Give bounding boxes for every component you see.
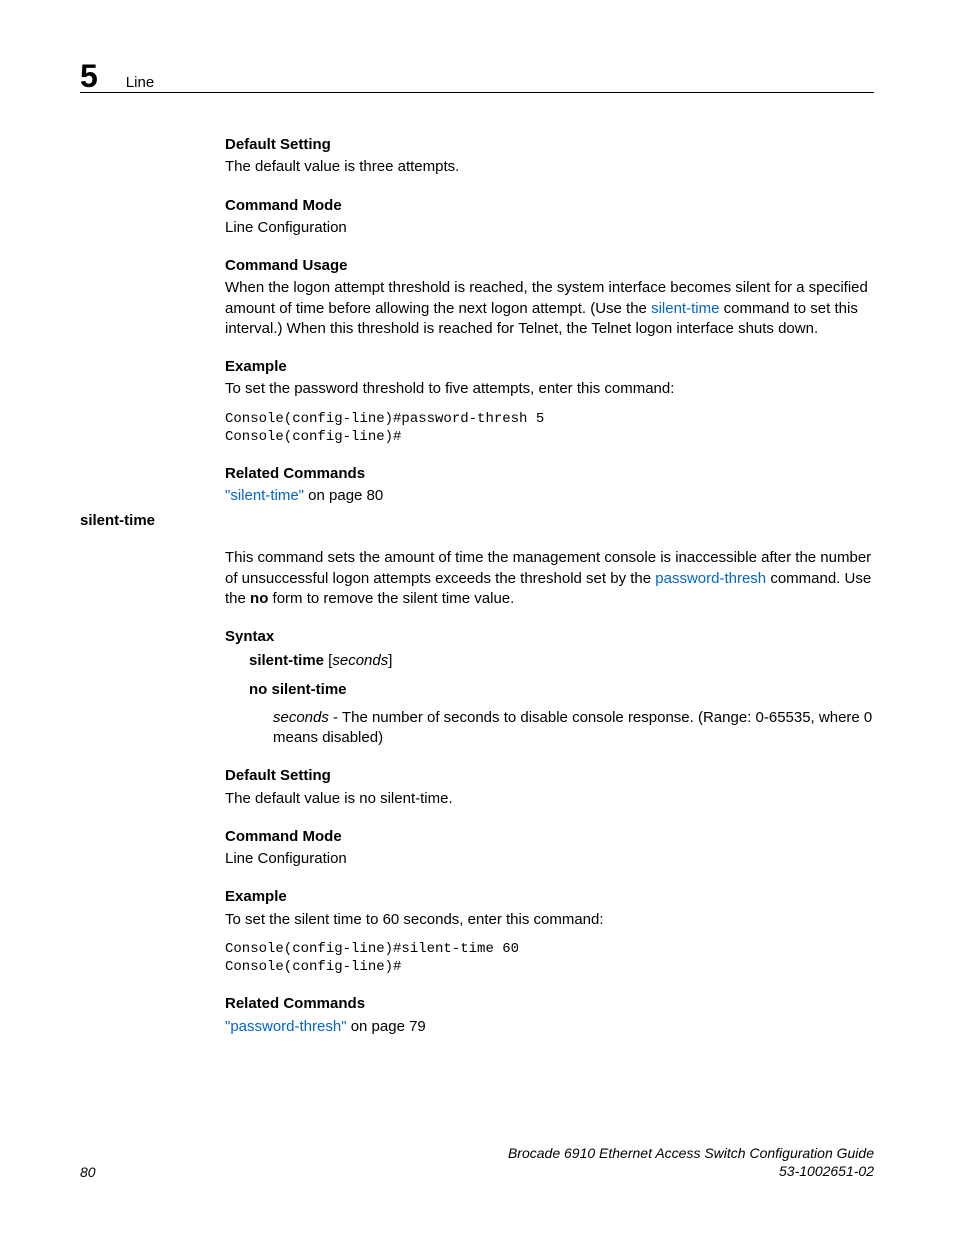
heading-syntax: Syntax (225, 627, 875, 647)
link-silent-time-ref[interactable]: "silent-time" (225, 487, 304, 504)
footer-right: Brocade 6910 Ethernet Access Switch Conf… (508, 1144, 874, 1180)
text-example-2-intro: To set the silent time to 60 seconds, en… (225, 910, 875, 930)
text-silent-time-intro: This command sets the amount of time the… (225, 548, 875, 609)
syntax-param-desc: seconds - The number of seconds to disab… (273, 708, 875, 749)
heading-command-mode-1: Command Mode (225, 196, 875, 216)
text-command-usage: When the logon attempt threshold is reac… (225, 278, 875, 339)
link-password-thresh-ref[interactable]: "password-thresh" (225, 1018, 347, 1035)
footer-page-number: 80 (80, 1164, 96, 1180)
syntax-line-2: no silent-time (249, 680, 875, 700)
text-default-setting-2: The default value is no silent-time. (225, 789, 875, 809)
heading-related-1: Related Commands (225, 464, 875, 484)
footer-doc-number: 53-1002651-02 (779, 1163, 874, 1179)
footer-guide-title: Brocade 6910 Ethernet Access Switch Conf… (508, 1145, 874, 1161)
main-content: Default Setting The default value is thr… (225, 135, 875, 1037)
heading-default-setting-2: Default Setting (225, 766, 875, 786)
section-spacer (225, 506, 875, 534)
syntax-param: seconds (332, 652, 388, 669)
heading-default-setting-1: Default Setting (225, 135, 875, 155)
related-1-suffix: on page 80 (304, 487, 383, 504)
text-related-2: "password-thresh" on page 79 (225, 1017, 875, 1037)
code-example-1: Console(config-line)#password-thresh 5 C… (225, 410, 875, 446)
link-silent-time-inline[interactable]: silent-time (651, 300, 719, 317)
st-intro-no: no (250, 590, 268, 607)
syntax-cmd: silent-time (249, 652, 324, 669)
heading-command-mode-2: Command Mode (225, 827, 875, 847)
text-related-1: "silent-time" on page 80 (225, 486, 875, 506)
syntax-close: ] (388, 652, 392, 669)
text-default-setting-1: The default value is three attempts. (225, 157, 875, 177)
page-header: 5 Line (80, 58, 154, 95)
related-2-suffix: on page 79 (347, 1018, 426, 1035)
syntax-line-1: silent-time [seconds] (249, 651, 875, 671)
text-command-mode-1: Line Configuration (225, 218, 875, 238)
heading-command-usage: Command Usage (225, 256, 875, 276)
text-command-mode-2: Line Configuration (225, 849, 875, 869)
param-name: seconds (273, 709, 329, 726)
heading-example-1: Example (225, 357, 875, 377)
header-rule (80, 92, 874, 93)
page-container: 5 Line Default Setting The default value… (0, 0, 954, 1235)
text-example-1-intro: To set the password threshold to five at… (225, 379, 875, 399)
side-heading-silent-time: silent-time (80, 512, 155, 529)
param-desc: - The number of seconds to disable conso… (273, 709, 872, 746)
code-example-2: Console(config-line)#silent-time 60 Cons… (225, 940, 875, 976)
heading-related-2: Related Commands (225, 994, 875, 1014)
chapter-title: Line (126, 74, 154, 91)
st-intro-post: form to remove the silent time value. (268, 590, 514, 607)
link-password-thresh-inline[interactable]: password-thresh (655, 570, 766, 587)
chapter-number: 5 (80, 58, 98, 95)
heading-example-2: Example (225, 887, 875, 907)
